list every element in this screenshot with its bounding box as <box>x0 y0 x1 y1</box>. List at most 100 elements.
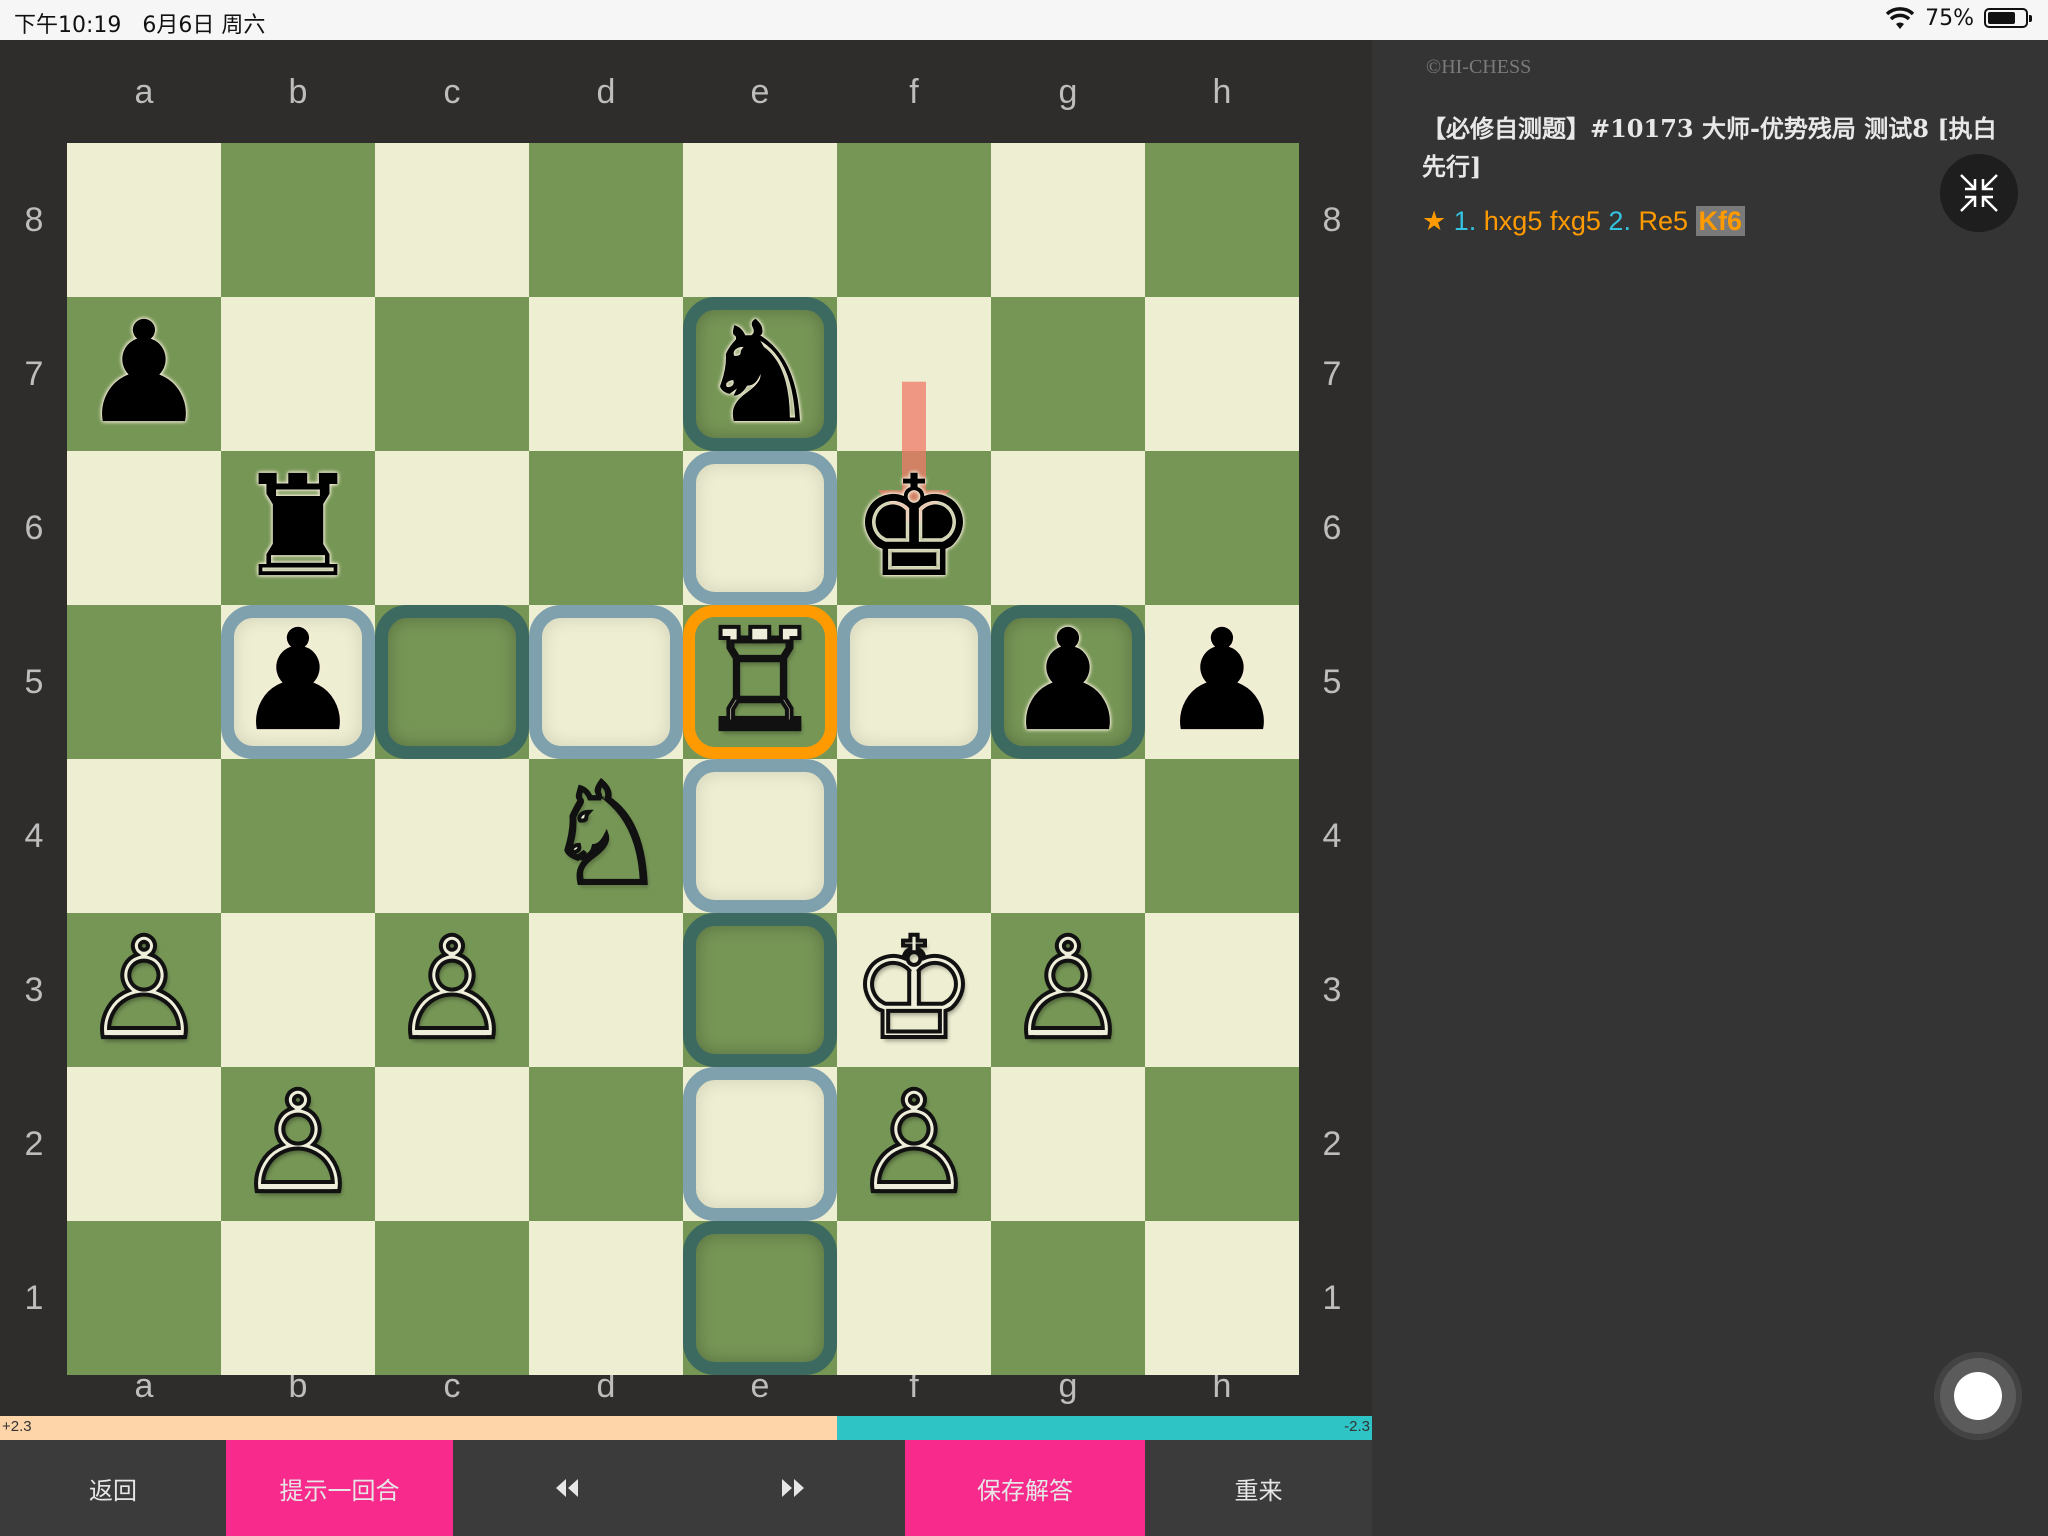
white-pawn-f2[interactable]: ♙ <box>837 1067 991 1221</box>
square-a5[interactable] <box>67 605 221 759</box>
square-c8[interactable] <box>375 143 529 297</box>
rewind-icon <box>555 1479 578 1497</box>
square-a1[interactable] <box>67 1221 221 1375</box>
square-c6[interactable] <box>375 451 529 605</box>
battery-percent: 75% <box>1925 5 1974 31</box>
square-g4[interactable] <box>991 759 1145 913</box>
black-pawn-b5[interactable]: ♟ <box>221 605 375 759</box>
file-label-top: e <box>750 73 770 111</box>
move-target-f5[interactable] <box>837 605 991 759</box>
move-target-e2[interactable] <box>683 1067 837 1221</box>
back-button[interactable]: 返回 <box>0 1440 226 1536</box>
white-pawn-b2[interactable]: ♙ <box>221 1067 375 1221</box>
evaluation-bar: +2.3 -2.3 <box>0 1416 1372 1440</box>
puzzle-title: 【必修自测题】#10173 大师-优势残局 测试8 [执白先行] <box>1422 114 1997 181</box>
square-c4[interactable] <box>375 759 529 913</box>
square-b3[interactable] <box>221 913 375 1067</box>
square-h8[interactable] <box>1145 143 1299 297</box>
square-b8[interactable] <box>221 143 375 297</box>
black-king-f6[interactable]: ♚ <box>837 451 991 605</box>
square-h4[interactable] <box>1145 759 1299 913</box>
square-d1[interactable] <box>529 1221 683 1375</box>
next-move-button[interactable] <box>680 1440 905 1536</box>
bottom-toolbar: 返回 提示一回合 保存解答 重来 <box>0 1440 1372 1536</box>
square-f7[interactable] <box>837 297 991 451</box>
square-g6[interactable] <box>991 451 1145 605</box>
square-e8[interactable] <box>683 143 837 297</box>
move-list: ★ 1. hxg5 fxg5 2. Re5 Kf6 <box>1422 206 1746 237</box>
square-h1[interactable] <box>1145 1221 1299 1375</box>
file-label-top: h <box>1212 73 1232 111</box>
square-g8[interactable] <box>991 143 1145 297</box>
square-c2[interactable] <box>375 1067 529 1221</box>
white-pawn-c3[interactable]: ♙ <box>375 913 529 1067</box>
white-pawn-g3[interactable]: ♙ <box>991 913 1145 1067</box>
rank-label-left: 4 <box>24 817 44 855</box>
square-a6[interactable] <box>67 451 221 605</box>
square-h7[interactable] <box>1145 297 1299 451</box>
square-d6[interactable] <box>529 451 683 605</box>
square-f4[interactable] <box>837 759 991 913</box>
square-g7[interactable] <box>991 297 1145 451</box>
square-c1[interactable] <box>375 1221 529 1375</box>
status-time: 下午10:19 <box>14 13 122 38</box>
square-a4[interactable] <box>67 759 221 913</box>
chess-board[interactable]: ♟ ♞ ♜ ♚ ♟ ♖ ♟ ♟ ♘ ♙ ♙ ♔ ♙ ♙ ♙ <box>67 143 1299 1375</box>
black-pawn-g5[interactable]: ♟ <box>991 605 1145 759</box>
eval-white-label: +2.3 <box>2 1418 32 1435</box>
battery-icon <box>1984 8 2032 28</box>
square-f8[interactable] <box>837 143 991 297</box>
rank-label-left: 6 <box>24 509 44 547</box>
square-a8[interactable] <box>67 143 221 297</box>
fast-forward-icon <box>781 1479 804 1497</box>
square-d3[interactable] <box>529 913 683 1067</box>
rank-label-right: 2 <box>1322 1125 1342 1163</box>
save-answer-button[interactable]: 保存解答 <box>905 1440 1145 1536</box>
rank-label-left: 5 <box>24 663 44 701</box>
square-c7[interactable] <box>375 297 529 451</box>
square-d8[interactable] <box>529 143 683 297</box>
square-h6[interactable] <box>1145 451 1299 605</box>
move-target-d5[interactable] <box>529 605 683 759</box>
move-number: 1. <box>1453 206 1477 236</box>
white-pawn-a3[interactable]: ♙ <box>67 913 221 1067</box>
move-target-e1[interactable] <box>683 1221 837 1375</box>
square-g2[interactable] <box>991 1067 1145 1221</box>
black-pawn-a7[interactable]: ♟ <box>67 297 221 451</box>
wifi-icon <box>1885 7 1915 29</box>
move-target-e4[interactable] <box>683 759 837 913</box>
rank-label-right: 3 <box>1322 971 1342 1009</box>
black-pawn-h5[interactable]: ♟ <box>1145 605 1299 759</box>
move-target-e3[interactable] <box>683 913 837 1067</box>
square-f1[interactable] <box>837 1221 991 1375</box>
status-date: 6月6日 周六 <box>142 13 266 38</box>
white-rook-e5[interactable]: ♖ <box>683 605 837 759</box>
rank-label-right: 1 <box>1322 1279 1342 1317</box>
move[interactable]: Re5 <box>1638 206 1688 236</box>
current-move[interactable]: Kf6 <box>1695 206 1746 236</box>
white-king-f3[interactable]: ♔ <box>837 913 991 1067</box>
square-b1[interactable] <box>221 1221 375 1375</box>
square-d2[interactable] <box>529 1067 683 1221</box>
square-a2[interactable] <box>67 1067 221 1221</box>
square-h2[interactable] <box>1145 1067 1299 1221</box>
square-h3[interactable] <box>1145 913 1299 1067</box>
square-b7[interactable] <box>221 297 375 451</box>
rank-label-left: 8 <box>24 201 44 239</box>
black-knight-e7[interactable]: ♞ <box>683 297 837 451</box>
move[interactable]: fxg5 <box>1550 206 1601 236</box>
restart-button[interactable]: 重来 <box>1145 1440 1372 1536</box>
collapse-button[interactable] <box>1940 154 2018 232</box>
move-target-c5[interactable] <box>375 605 529 759</box>
board-panel: abcdefgh abcdefgh 87654321 87654321 ♟ ♞ ♜ ♚… <box>0 40 1372 1416</box>
hint-button[interactable]: 提示一回合 <box>226 1440 453 1536</box>
assistive-touch-button[interactable] <box>1934 1352 2022 1440</box>
square-g1[interactable] <box>991 1221 1145 1375</box>
square-b4[interactable] <box>221 759 375 913</box>
black-rook-b6[interactable]: ♜ <box>221 451 375 605</box>
previous-move-button[interactable] <box>453 1440 680 1536</box>
square-d7[interactable] <box>529 297 683 451</box>
move-target-e6[interactable] <box>683 451 837 605</box>
move[interactable]: hxg5 <box>1484 206 1543 236</box>
white-knight-d4[interactable]: ♘ <box>529 759 683 913</box>
